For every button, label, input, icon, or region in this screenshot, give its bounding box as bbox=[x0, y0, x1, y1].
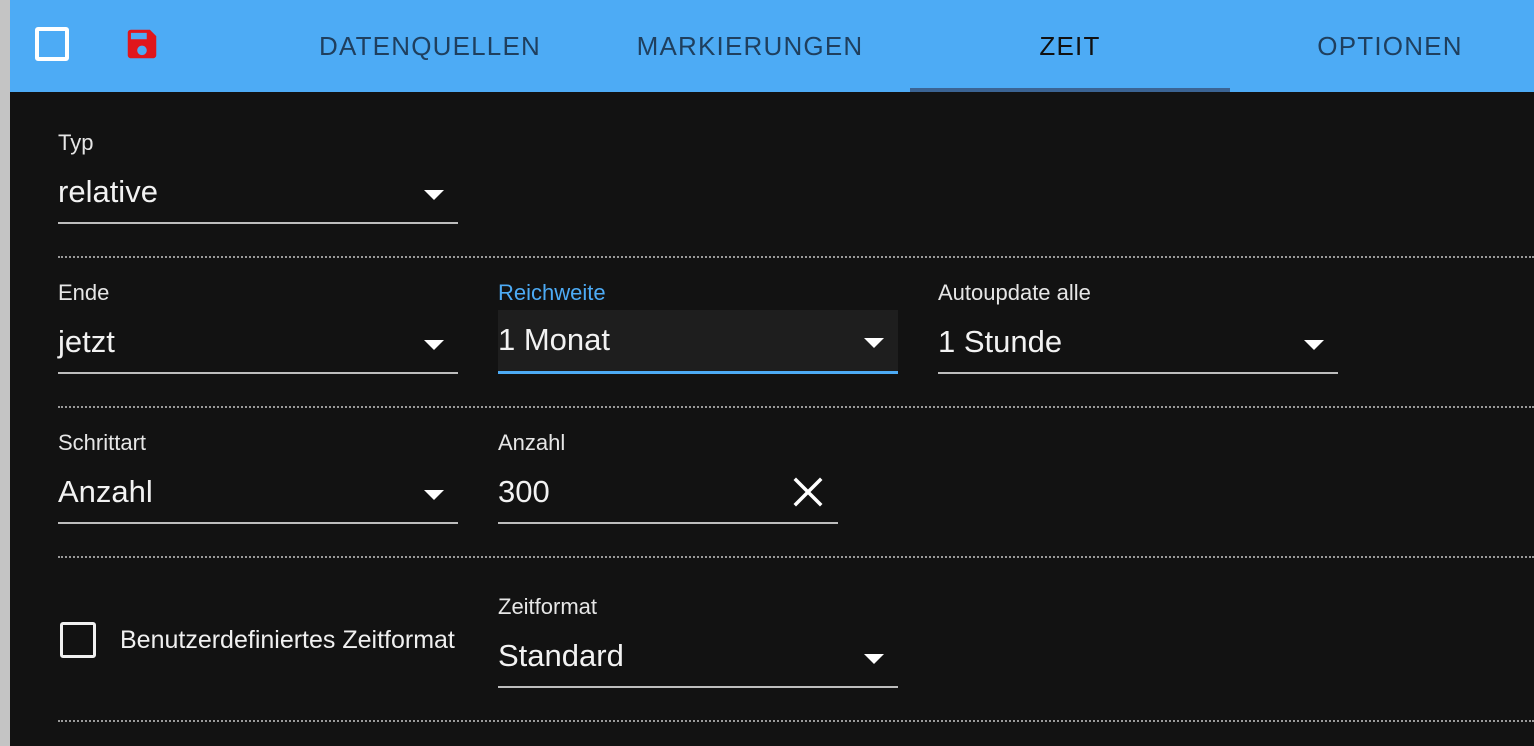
divider bbox=[58, 406, 1534, 408]
reichweite-value: 1 Monat bbox=[498, 322, 611, 357]
typ-field: Typ relative bbox=[58, 130, 458, 224]
tab-datenquellen[interactable]: DATENQUELLEN bbox=[270, 0, 590, 92]
autoupdate-value: 1 Stunde bbox=[938, 324, 1063, 359]
autoupdate-select[interactable]: 1 Stunde bbox=[938, 312, 1338, 374]
reichweite-select[interactable]: 1 Monat bbox=[498, 310, 898, 374]
floppy-disk-icon[interactable] bbox=[123, 25, 161, 63]
tab-label: ZEIT bbox=[1039, 30, 1101, 61]
schrittart-field: Schrittart Anzahl bbox=[58, 430, 458, 524]
caret-down-icon bbox=[424, 190, 444, 200]
close-icon[interactable] bbox=[792, 476, 824, 508]
anzahl-value: 300 bbox=[498, 474, 550, 509]
typ-label: Typ bbox=[58, 130, 94, 155]
tab-label: OPTIONEN bbox=[1317, 30, 1463, 61]
zeit-settings-panel: Typ relative Ende jetzt Reichweite 1 Mon… bbox=[10, 92, 1534, 746]
caret-down-icon bbox=[424, 340, 444, 350]
app-bar: DATENQUELLEN MARKIERUNGEN ZEIT OPTIONEN bbox=[10, 0, 1534, 92]
caret-down-icon bbox=[864, 338, 884, 348]
caret-down-icon bbox=[864, 654, 884, 664]
schrittart-value: Anzahl bbox=[58, 474, 153, 509]
square-outline-icon[interactable] bbox=[35, 27, 69, 61]
custom-format-label: Benutzerdefiniertes Zeitformat bbox=[120, 626, 455, 654]
typ-value: relative bbox=[58, 174, 158, 209]
tab-label: DATENQUELLEN bbox=[319, 30, 541, 61]
divider bbox=[58, 556, 1534, 558]
schrittart-select[interactable]: Anzahl bbox=[58, 462, 458, 524]
typ-select[interactable]: relative bbox=[58, 162, 458, 224]
caret-down-icon bbox=[1304, 340, 1324, 350]
ende-field: Ende jetzt bbox=[58, 280, 458, 374]
tab-optionen[interactable]: OPTIONEN bbox=[1230, 0, 1534, 92]
anzahl-label: Anzahl bbox=[498, 430, 566, 455]
left-edge-bar bbox=[0, 0, 10, 746]
tab-label: MARKIERUNGEN bbox=[636, 30, 864, 61]
zeitformat-label: Zeitformat bbox=[498, 594, 598, 619]
tab-markierungen[interactable]: MARKIERUNGEN bbox=[590, 0, 910, 92]
zeitformat-select[interactable]: Standard bbox=[498, 626, 898, 688]
reichweite-label: Reichweite bbox=[498, 280, 606, 305]
divider bbox=[58, 256, 1534, 258]
custom-format-checkbox[interactable] bbox=[60, 622, 96, 658]
caret-down-icon bbox=[424, 490, 444, 500]
ende-label: Ende bbox=[58, 280, 110, 305]
tab-zeit[interactable]: ZEIT bbox=[910, 0, 1230, 92]
schrittart-label: Schrittart bbox=[58, 430, 147, 455]
zeitformat-field: Zeitformat Standard bbox=[498, 594, 898, 688]
zeitformat-value: Standard bbox=[498, 638, 624, 673]
autoupdate-label: Autoupdate alle bbox=[938, 280, 1091, 305]
ende-select[interactable]: jetzt bbox=[58, 312, 458, 374]
reichweite-field: Reichweite 1 Monat bbox=[498, 280, 898, 374]
anzahl-input[interactable]: 300 bbox=[498, 462, 838, 524]
divider bbox=[58, 720, 1534, 722]
autoupdate-field: Autoupdate alle 1 Stunde bbox=[938, 280, 1338, 374]
ende-value: jetzt bbox=[58, 324, 115, 359]
anzahl-field: Anzahl 300 bbox=[498, 430, 838, 524]
